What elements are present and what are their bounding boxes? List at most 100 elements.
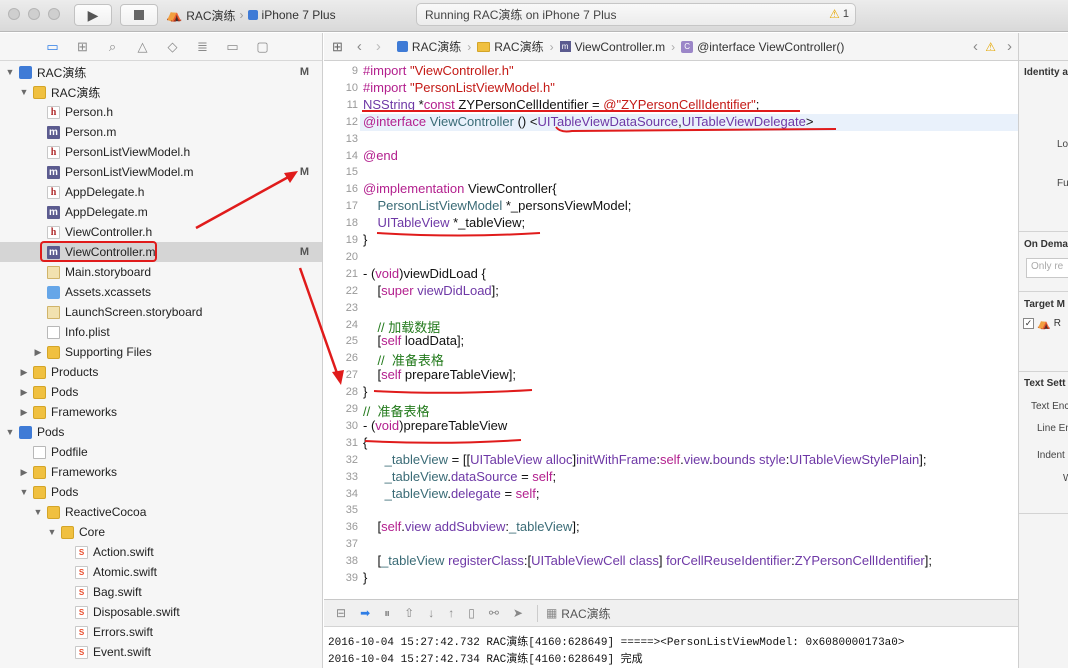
line-number[interactable]: 16 [324,183,358,195]
nav-item[interactable]: Assets.xcassets [0,282,322,302]
nav-item[interactable]: ▼ RAC演练 M [0,62,322,82]
folder-icon[interactable]: ▭ [44,39,61,55]
breadcrumb-project[interactable]: RAC演练 [396,38,461,55]
code-line[interactable]: @end [363,148,398,163]
code-line[interactable]: _tableView.delegate = self; [363,486,540,501]
nav-item[interactable]: ▼ Core [0,522,322,542]
line-number[interactable]: 30 [324,420,358,432]
back-icon[interactable]: ‹ [357,38,362,55]
line-number[interactable]: 36 [324,521,358,533]
code-line[interactable]: @interface ViewController () <UITableVie… [363,114,813,129]
code-line[interactable]: _tableView = [[UITableView alloc]initWit… [363,452,927,467]
code-line[interactable]: [_tableView registerClass:[UITableViewCe… [363,553,932,568]
memory-graph-icon[interactable]: ⚯ [489,606,499,620]
code-line[interactable]: - (void)prepareTableView [363,418,507,433]
nav-item[interactable]: ▼ RAC演练 [0,82,322,102]
line-number[interactable]: 13 [324,133,358,145]
line-number[interactable]: 34 [324,488,358,500]
disclosure-open-icon[interactable]: ▼ [47,527,57,537]
warning-indicator[interactable]: ⚠ 1 [829,7,849,21]
code-line[interactable]: { [363,435,367,450]
test-diamond-icon[interactable]: ◇ [164,39,181,55]
run-button[interactable]: ▶ [74,4,112,26]
line-number[interactable]: 25 [324,335,358,347]
nav-item[interactable]: ▼ ReactiveCocoa [0,502,322,522]
line-number[interactable]: 14 [324,150,358,162]
code-line[interactable]: @implementation ViewController{ [363,181,557,196]
breadcrumb-symbol[interactable]: C @interface ViewController() [681,40,844,54]
nav-item[interactable]: S Bag.swift [0,582,322,602]
code-line[interactable]: [self.view addSubview:_tableView]; [363,519,579,534]
nav-item[interactable]: m AppDelegate.m [0,202,322,222]
issue-warning-icon[interactable]: △ [134,39,151,55]
disclosure-open-icon[interactable]: ▼ [19,87,29,97]
line-number[interactable]: 11 [324,99,358,111]
pause-icon[interactable]: ⏸ [384,606,390,621]
code-line[interactable]: [self loadData]; [363,333,464,348]
line-number[interactable]: 18 [324,217,358,229]
disclosure-closed-icon[interactable]: ▶ [33,347,43,358]
nav-item[interactable]: ▶ Pods [0,382,322,402]
nav-item[interactable]: S Atomic.swift [0,562,322,582]
line-number[interactable]: 21 [324,268,358,280]
checkbox-checked-icon[interactable]: ✓ [1023,318,1034,329]
nav-item[interactable]: Podfile [0,442,322,462]
line-number[interactable]: 10 [324,82,358,94]
target-selector[interactable]: ▦ RAC演练 [536,604,611,622]
forward-icon[interactable]: › [376,38,381,55]
code-line[interactable]: - (void)viewDidLoad { [363,266,486,281]
nav-item[interactable]: h AppDelegate.h [0,182,322,202]
line-number[interactable]: 29 [324,403,358,415]
code-line[interactable]: } [363,232,367,247]
line-number[interactable]: 35 [324,504,358,516]
nav-item[interactable]: m PersonListViewModel.m M [0,162,322,182]
nav-item[interactable]: ▶ Frameworks [0,402,322,422]
zoom-window-button[interactable] [48,8,60,20]
code-line[interactable]: [self prepareTableView]; [363,367,516,382]
code-line[interactable]: NSString *const ZYPersonCellIdentifier =… [363,97,759,112]
breakpoint-icon[interactable]: ▭ [224,39,241,55]
nav-item[interactable]: h ViewController.h [0,222,322,242]
nav-item[interactable]: Info.plist [0,322,322,342]
nav-item[interactable]: ▶ Frameworks [0,462,322,482]
code-line[interactable]: #import "ViewController.h" [363,63,514,78]
disclosure-closed-icon[interactable]: ▶ [19,367,29,378]
warning-icon[interactable]: ⚠ [985,40,996,54]
next-issue-icon[interactable]: › [1007,38,1012,55]
line-number[interactable]: 28 [324,386,358,398]
disclosure-open-icon[interactable]: ▼ [5,427,15,437]
nav-item[interactable]: ▶ Products [0,362,322,382]
view-debugger-icon[interactable]: ▯ [468,606,475,620]
line-number[interactable]: 32 [324,454,358,466]
nav-item[interactable]: ▼ Pods [0,482,322,502]
line-number[interactable]: 20 [324,251,358,263]
symbol-navigator-icon[interactable]: ⊞ [74,39,91,55]
code-line[interactable]: } [363,570,367,585]
grid-icon[interactable]: ⊞ [332,39,343,55]
code-line[interactable]: [super viewDidLoad]; [363,283,498,298]
line-number[interactable]: 39 [324,572,358,584]
breadcrumb-group[interactable]: RAC演练 [477,38,544,55]
disclosure-closed-icon[interactable]: ▶ [19,407,29,418]
line-number[interactable]: 24 [324,319,358,331]
target-membership-row[interactable]: ✓ ⛺ R [1023,317,1061,330]
nav-item[interactable]: ▼ Pods [0,422,322,442]
code-line[interactable]: #import "PersonListViewModel.h" [363,80,555,95]
code-line[interactable]: _tableView.dataSource = self; [363,469,556,484]
nav-item[interactable]: ▶ Supporting Files [0,342,322,362]
report-bubble-icon[interactable]: ▢ [254,39,271,55]
line-number[interactable]: 15 [324,166,358,178]
nav-item[interactable]: S Disposable.swift [0,602,322,622]
stop-button[interactable] [120,4,158,26]
code-line[interactable]: PersonListViewModel *_personsViewModel; [363,198,631,213]
line-number[interactable]: 37 [324,538,358,550]
step-into-icon[interactable]: ↓ [428,606,434,620]
disclosure-open-icon[interactable]: ▼ [19,487,29,497]
debug-list-icon[interactable]: ≣ [194,39,211,55]
nav-item[interactable]: h PersonListViewModel.h [0,142,322,162]
line-number[interactable]: 19 [324,234,358,246]
disclosure-closed-icon[interactable]: ▶ [19,467,29,478]
resource-tags-input[interactable]: Only re [1026,258,1068,278]
nav-item[interactable]: S Event.swift [0,642,322,662]
console-output[interactable]: 2016-10-04 15:27:42.732 RAC演练[4160:62864… [324,628,1018,668]
